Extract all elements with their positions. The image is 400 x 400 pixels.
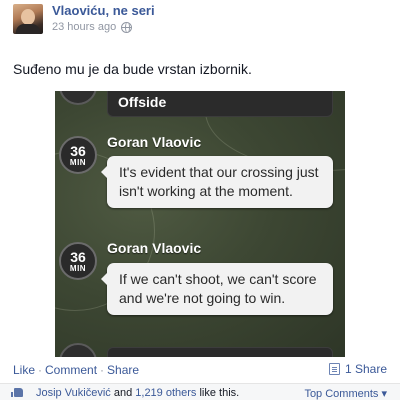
post-actions: Like · Comment · Share [13,363,139,377]
others-link[interactable]: 1,219 others [135,387,196,399]
likes-suffix: like this. [196,387,240,399]
avatar-shirt [16,24,40,34]
likes-summary: Josip Vukičević and 1,219 others like th… [36,387,239,399]
speech-bubble: It's evident that our crossing just isn'… [101,156,333,208]
share-icon [328,363,340,375]
minute-label: MIN [69,264,87,273]
separator: · [38,363,43,377]
event-author: Goran Vlaovic [107,240,202,256]
minute-number: 36 [70,249,86,265]
minute-badge: 36 MIN [59,136,97,174]
event-card-text: Offside [118,94,167,110]
avatar-face [21,9,35,25]
speech-bubble: If we can't shoot, we can't score and we… [101,263,333,315]
author-name[interactable]: Vlaoviću, ne seri [52,3,155,18]
share-count[interactable]: 1 Share [328,362,387,376]
minute-badge [59,343,97,357]
event-author: Goran Vlaovic [107,134,202,150]
separator: · [100,363,105,377]
share-link[interactable]: Share [107,363,139,377]
minute-badge: 36 MIN [59,242,97,280]
event-card [107,347,333,357]
minute-badge [59,91,97,105]
liker-name-link[interactable]: Josip Vukičević [36,387,111,399]
event-card: Offside [107,91,333,117]
likes-bar: Josip Vukičević and 1,219 others like th… [0,383,400,400]
post-header: Vlaoviću, ne seri 23 hours ago [0,0,400,44]
minute-number: 36 [70,143,86,159]
post-photo[interactable]: Offside 36 MIN Goran Vlaovic It's eviden… [55,91,345,357]
top-comments-dropdown[interactable]: Top Comments ▾ [304,387,387,400]
avatar[interactable] [13,4,43,34]
globe-icon[interactable] [121,21,133,33]
post-meta: 23 hours ago [52,21,133,33]
share-count-label: 1 Share [344,362,387,376]
comment-link[interactable]: Comment [45,363,97,377]
like-link[interactable]: Like [13,363,35,377]
thumb-icon [11,388,23,397]
minute-label: MIN [69,158,87,167]
action-bar: Like · Comment · Share 1 Share [0,357,400,381]
post-text: Suđeno mu je da bude vrstan izbornik. [13,61,252,77]
post-timestamp[interactable]: 23 hours ago [52,21,116,33]
likes-and: and [110,387,136,399]
